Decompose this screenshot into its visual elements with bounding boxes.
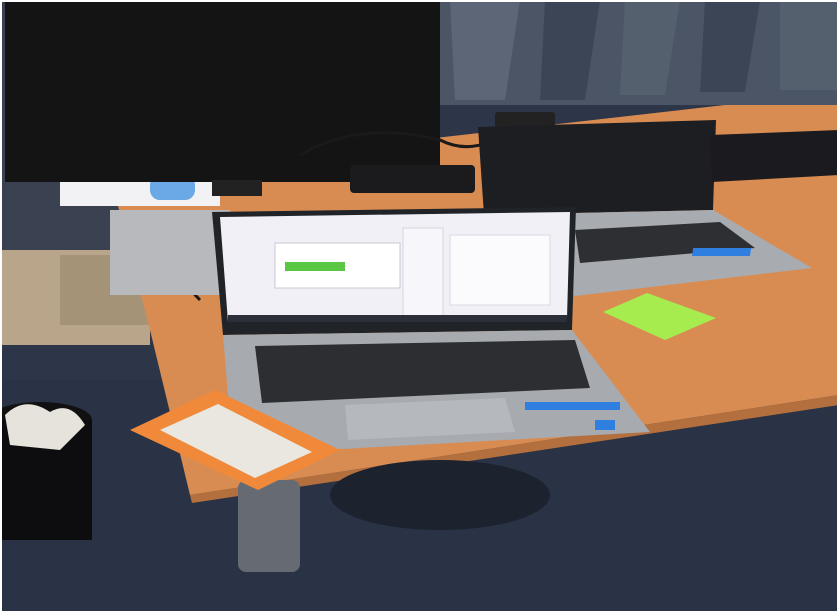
- ui-progress-bar: [285, 262, 345, 271]
- laptop-closed: [110, 210, 230, 295]
- waste-bin: [0, 402, 92, 540]
- desk-leg: [238, 480, 300, 572]
- laptop-bags: [440, 0, 839, 105]
- bag-under-desk: [330, 460, 550, 530]
- laptop-dark: [710, 130, 839, 182]
- dock: [350, 165, 475, 193]
- desk-photo: [0, 0, 839, 613]
- photo-canvas: [0, 0, 839, 613]
